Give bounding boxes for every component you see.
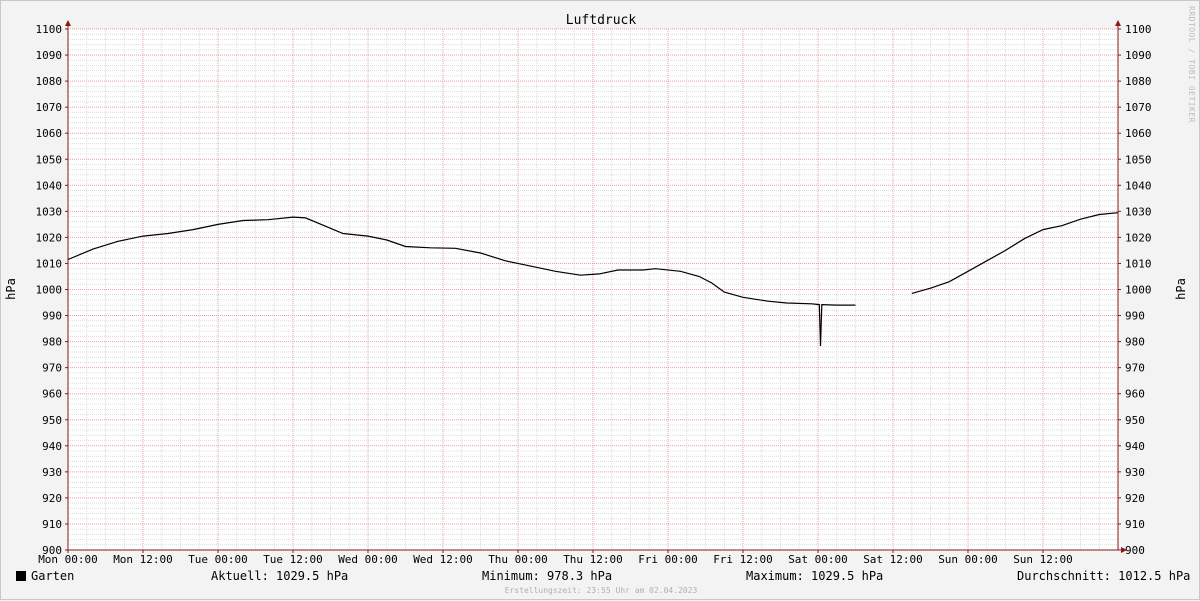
legend-swatch xyxy=(16,571,26,581)
y-tick-label-left: 1020 xyxy=(36,231,63,244)
y-tick-label-right: 1090 xyxy=(1125,49,1152,62)
y-axis-arrow-right xyxy=(1115,20,1121,26)
x-tick-label: Wed 12:00 xyxy=(413,553,473,566)
x-tick-label: Thu 12:00 xyxy=(563,553,623,566)
y-tick-label-right: 1080 xyxy=(1125,75,1152,88)
chart-frame: 900 900 910 910 920 920 930 930 940 940 950 950 960 9… xyxy=(0,0,1200,600)
y-tick-label-right: 990 xyxy=(1125,310,1145,323)
x-tick-label: Tue 00:00 xyxy=(188,553,248,566)
chart-title: Luftdruck xyxy=(566,13,637,28)
y-tick-label-left: 970 xyxy=(42,362,62,375)
y-tick-label-left: 1070 xyxy=(36,101,63,114)
y-tick-label-right: 950 xyxy=(1125,414,1145,427)
y-tick-label-right: 1010 xyxy=(1125,257,1152,270)
x-tick-label: Mon 00:00 xyxy=(38,553,98,566)
y-tick-label-right: 940 xyxy=(1125,440,1145,453)
x-tick-label: Tue 12:00 xyxy=(263,553,323,566)
y-tick-label-left: 1010 xyxy=(36,257,63,270)
y-tick-label-left: 1060 xyxy=(36,127,63,140)
y-tick-label-left: 1040 xyxy=(36,179,63,192)
chart-canvas: 900 900910 910920 920930 930940 940950 950960 9… xyxy=(4,6,1196,566)
stat-current: Aktuell: 1029.5 hPa xyxy=(211,569,349,583)
y-tick-label-right: 1100 xyxy=(1125,23,1152,36)
y-tick-label-left: 950 xyxy=(42,414,62,427)
y-axis-label-right: hPa xyxy=(1174,278,1188,300)
y-tick-label-left: 1080 xyxy=(36,75,63,88)
y-tick-label-right: 960 xyxy=(1125,388,1145,401)
y-tick-label-left: 1000 xyxy=(36,284,63,297)
y-tick-label-left: 1030 xyxy=(36,205,63,218)
y-tick-label-right: 900 xyxy=(1125,544,1145,557)
stat-maximum: Maximum: 1029.5 hPa xyxy=(746,569,884,583)
stat-minimum: Minimum: 978.3 hPa xyxy=(482,569,613,583)
x-tick-label: Sat 12:00 xyxy=(863,553,923,566)
x-tick-label: Thu 00:00 xyxy=(488,553,548,566)
y-axis-label-left: hPa xyxy=(4,278,18,300)
y-tick-label-left: 980 xyxy=(42,336,62,349)
y-tick-label-left: 1100 xyxy=(36,23,63,36)
y-tick-label-right: 970 xyxy=(1125,362,1145,375)
y-tick-label-left: 1050 xyxy=(36,153,63,166)
stat-average: Durchschnitt: 1012.5 hPa xyxy=(1017,569,1191,583)
x-tick-label: Wed 00:00 xyxy=(338,553,398,566)
y-tick-label-left: 920 xyxy=(42,492,62,505)
y-tick-label-left: 1090 xyxy=(36,49,63,62)
y-tick-label-right: 920 xyxy=(1125,492,1145,505)
x-tick-label: Fri 00:00 xyxy=(638,553,698,566)
y-tick-label-right: 930 xyxy=(1125,466,1145,479)
y-tick-label-right: 1020 xyxy=(1125,231,1152,244)
y-tick-label-left: 930 xyxy=(42,466,62,479)
x-tick-label: Mon 12:00 xyxy=(113,553,173,566)
y-tick-label-left: 990 xyxy=(42,310,62,323)
footer-timestamp: Erstellungszeit: 23:55 Uhr am 02.04.2023 xyxy=(504,586,698,595)
x-tick-label: Sun 00:00 xyxy=(938,553,998,566)
y-tick-label-right: 1040 xyxy=(1125,179,1152,192)
y-axis-arrow-left xyxy=(65,20,71,26)
y-tick-label-left: 910 xyxy=(42,518,62,531)
x-tick-label: Sun 12:00 xyxy=(1013,553,1073,566)
y-tick-label-right: 980 xyxy=(1125,336,1145,349)
legend-label: Garten xyxy=(31,569,75,583)
x-tick-label: Fri 12:00 xyxy=(713,553,773,566)
watermark: RRDTOOL / TOBI OETIKER xyxy=(1187,6,1196,123)
y-tick-label-right: 1000 xyxy=(1125,284,1152,297)
y-tick-label-left: 940 xyxy=(42,440,62,453)
x-tick-label: Sat 00:00 xyxy=(788,553,848,566)
y-tick-label-left: 960 xyxy=(42,388,62,401)
y-tick-label-right: 1030 xyxy=(1125,205,1152,218)
y-tick-label-right: 1070 xyxy=(1125,101,1152,114)
y-tick-label-right: 910 xyxy=(1125,518,1145,531)
y-tick-label-right: 1060 xyxy=(1125,127,1152,140)
y-tick-label-right: 1050 xyxy=(1125,153,1152,166)
